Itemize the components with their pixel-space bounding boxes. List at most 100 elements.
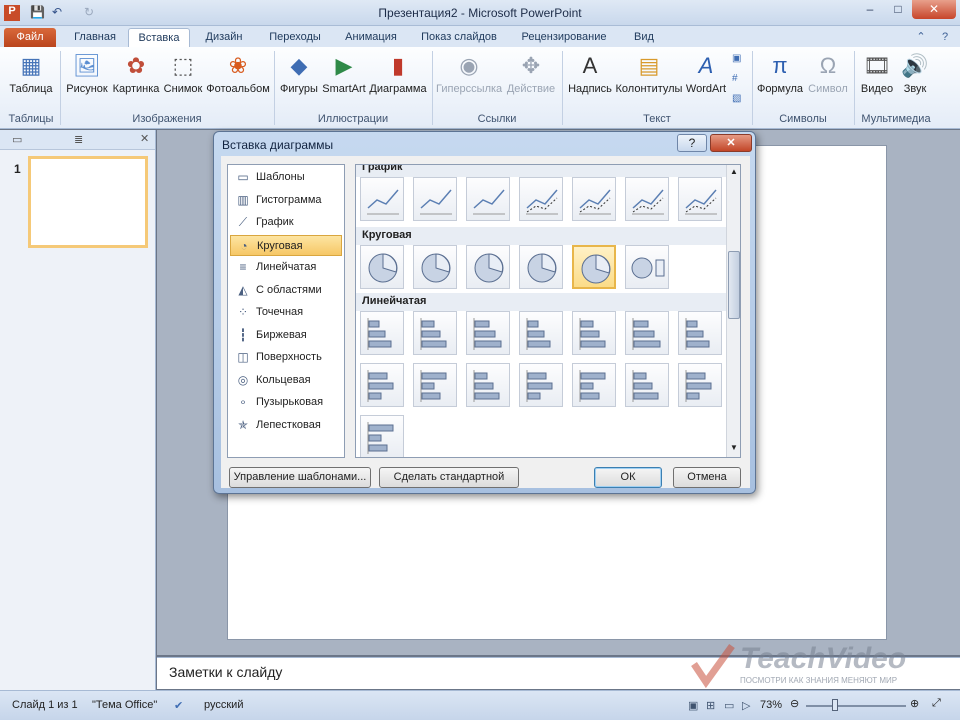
chart-category-item[interactable]: ◔ Круговая: [230, 234, 342, 256]
chart-category-item[interactable]: ⟋ График: [230, 212, 342, 233]
slide-thumbnail[interactable]: [28, 156, 148, 248]
chart-category-item[interactable]: ≡ Линейчатая: [230, 257, 342, 278]
smartart-button[interactable]: ▶ SmartArt: [322, 51, 366, 95]
bar-chart-type-option[interactable]: [572, 363, 616, 407]
zoom-slider[interactable]: [806, 705, 906, 707]
bar-chart-type-option[interactable]: [360, 415, 404, 457]
equation-button[interactable]: π Формула: [756, 51, 804, 95]
chart-category-item[interactable]: ┇ Биржевая: [230, 325, 342, 346]
chart-category-item[interactable]: ∘ Пузырьковая: [230, 392, 342, 413]
chart-category-item[interactable]: ⁘ Точечная: [230, 302, 342, 323]
chart-category-item[interactable]: ▥ Гистограмма: [230, 190, 342, 211]
tab-slideshow[interactable]: Показ слайдов: [414, 28, 504, 48]
close-button[interactable]: ✕: [912, 0, 956, 19]
bar-chart-type-option[interactable]: [413, 311, 457, 355]
spellcheck-icon[interactable]: ✔: [174, 699, 183, 712]
audio-button[interactable]: 🔊 Звук: [898, 51, 932, 95]
pie-chart-type-option[interactable]: [360, 245, 404, 289]
bar-chart-type-option[interactable]: [678, 363, 722, 407]
minimize-button[interactable]: –: [856, 0, 884, 19]
line-chart-type-option[interactable]: [466, 177, 510, 221]
pie-chart-type-option[interactable]: [413, 245, 457, 289]
chart-category-item[interactable]: ▭ Шаблоны: [230, 167, 342, 188]
slideshow-view-icon[interactable]: ▷: [742, 699, 750, 712]
outline-tab-icon[interactable]: ≣: [74, 133, 83, 146]
line-chart-type-option[interactable]: [519, 177, 563, 221]
action-button[interactable]: ✥ Действие: [504, 51, 558, 95]
object-icon[interactable]: ▧: [732, 93, 741, 104]
symbol-button[interactable]: Ω Символ: [806, 51, 850, 95]
line-chart-type-option[interactable]: [678, 177, 722, 221]
slides-tab-icon[interactable]: ▭: [12, 133, 22, 146]
tab-design[interactable]: Дизайн: [196, 28, 252, 48]
chart-category-item[interactable]: ◫ Поверхность: [230, 347, 342, 368]
line-chart-type-option[interactable]: [413, 177, 457, 221]
line-chart-type-option[interactable]: [572, 177, 616, 221]
language[interactable]: русский: [204, 699, 243, 711]
chart-category-item[interactable]: ✯ Лепестковая: [230, 415, 342, 436]
tab-transitions[interactable]: Переходы: [260, 28, 330, 48]
ok-button[interactable]: ОК: [594, 467, 662, 488]
zoom-out-icon[interactable]: ⊖: [790, 697, 799, 710]
gallery-scrollbar[interactable]: ▲ ▼: [726, 165, 740, 457]
manage-templates-button[interactable]: Управление шаблонами...: [229, 467, 371, 488]
header-footer-button[interactable]: ▤ Колонтитулы: [614, 51, 684, 95]
bar-chart-type-option[interactable]: [625, 363, 669, 407]
pie-chart-type-option[interactable]: [466, 245, 510, 289]
bar-chart-type-option[interactable]: [625, 311, 669, 355]
table-button[interactable]: ▦ Таблица: [6, 51, 56, 95]
bar-chart-type-option[interactable]: [572, 311, 616, 355]
sorter-view-icon[interactable]: ⊞: [706, 699, 715, 712]
slide-number-icon[interactable]: #: [732, 73, 738, 84]
line-chart-type-option[interactable]: [625, 177, 669, 221]
pie-chart-type-option[interactable]: [572, 245, 616, 289]
dialog-help-button[interactable]: ?: [677, 134, 707, 152]
tab-animation[interactable]: Анимация: [336, 28, 406, 48]
clipart-button[interactable]: ✿ Картинка: [112, 51, 160, 95]
chart-category-item[interactable]: ◭ С областями: [230, 280, 342, 301]
tab-view[interactable]: Вид: [624, 28, 664, 48]
wordart-button[interactable]: A WordArt: [684, 51, 728, 95]
chart-button[interactable]: ▮ Диаграмма: [368, 51, 428, 95]
set-default-button[interactable]: Сделать стандартной: [379, 467, 519, 488]
bar-chart-type-option[interactable]: [466, 311, 510, 355]
bar-chart-type-option[interactable]: [413, 363, 457, 407]
bar-chart-type-option[interactable]: [360, 363, 404, 407]
bar-chart-type-option[interactable]: [360, 311, 404, 355]
bar-chart-type-option[interactable]: [466, 363, 510, 407]
tab-home[interactable]: Главная: [66, 28, 124, 48]
cancel-button[interactable]: Отмена: [673, 467, 741, 488]
zoom-level[interactable]: 73%: [760, 699, 782, 711]
photoalbum-button[interactable]: ❀ Фотоальбом: [206, 51, 270, 95]
hyperlink-button[interactable]: ◉ Гиперссылка: [436, 51, 502, 95]
ribbon-minimize-icon[interactable]: ⌃: [912, 28, 930, 48]
help-icon[interactable]: ?: [936, 28, 954, 48]
tab-review[interactable]: Рецензирование: [512, 28, 616, 48]
screenshot-button[interactable]: ⬚ Снимок: [162, 51, 204, 95]
scroll-up-icon[interactable]: ▲: [730, 167, 738, 176]
picture-button[interactable]: 🖼 Рисунок: [64, 51, 110, 95]
pie-chart-type-option[interactable]: [519, 245, 563, 289]
bar-chart-type-option[interactable]: [519, 363, 563, 407]
date-time-icon[interactable]: ▣: [732, 53, 741, 64]
video-button[interactable]: 🎞 Видео: [858, 51, 896, 95]
normal-view-icon[interactable]: ▣: [688, 699, 698, 712]
reading-view-icon[interactable]: ▭: [724, 699, 734, 712]
bar-chart-type-option[interactable]: [678, 311, 722, 355]
tab-file[interactable]: Файл: [4, 28, 56, 48]
zoom-in-icon[interactable]: ⊕: [910, 697, 919, 710]
shapes-button[interactable]: ◆ Фигуры: [278, 51, 320, 95]
line-chart-type-option[interactable]: [360, 177, 404, 221]
textbox-button[interactable]: A Надпись: [566, 51, 614, 95]
bar-chart-type-option[interactable]: [519, 311, 563, 355]
tab-insert[interactable]: Вставка: [128, 28, 190, 48]
maximize-button[interactable]: □: [884, 0, 912, 19]
scroll-thumb[interactable]: [728, 251, 740, 319]
chart-category-item[interactable]: ◎ Кольцевая: [230, 370, 342, 391]
dialog-close-button[interactable]: ✕: [710, 134, 752, 152]
pane-close-icon[interactable]: ✕: [140, 132, 149, 145]
scroll-down-icon[interactable]: ▼: [730, 443, 738, 452]
zoom-slider-thumb[interactable]: [832, 699, 838, 711]
fit-to-window-icon[interactable]: ⤢: [932, 697, 941, 710]
pie-chart-type-option[interactable]: [625, 245, 669, 289]
